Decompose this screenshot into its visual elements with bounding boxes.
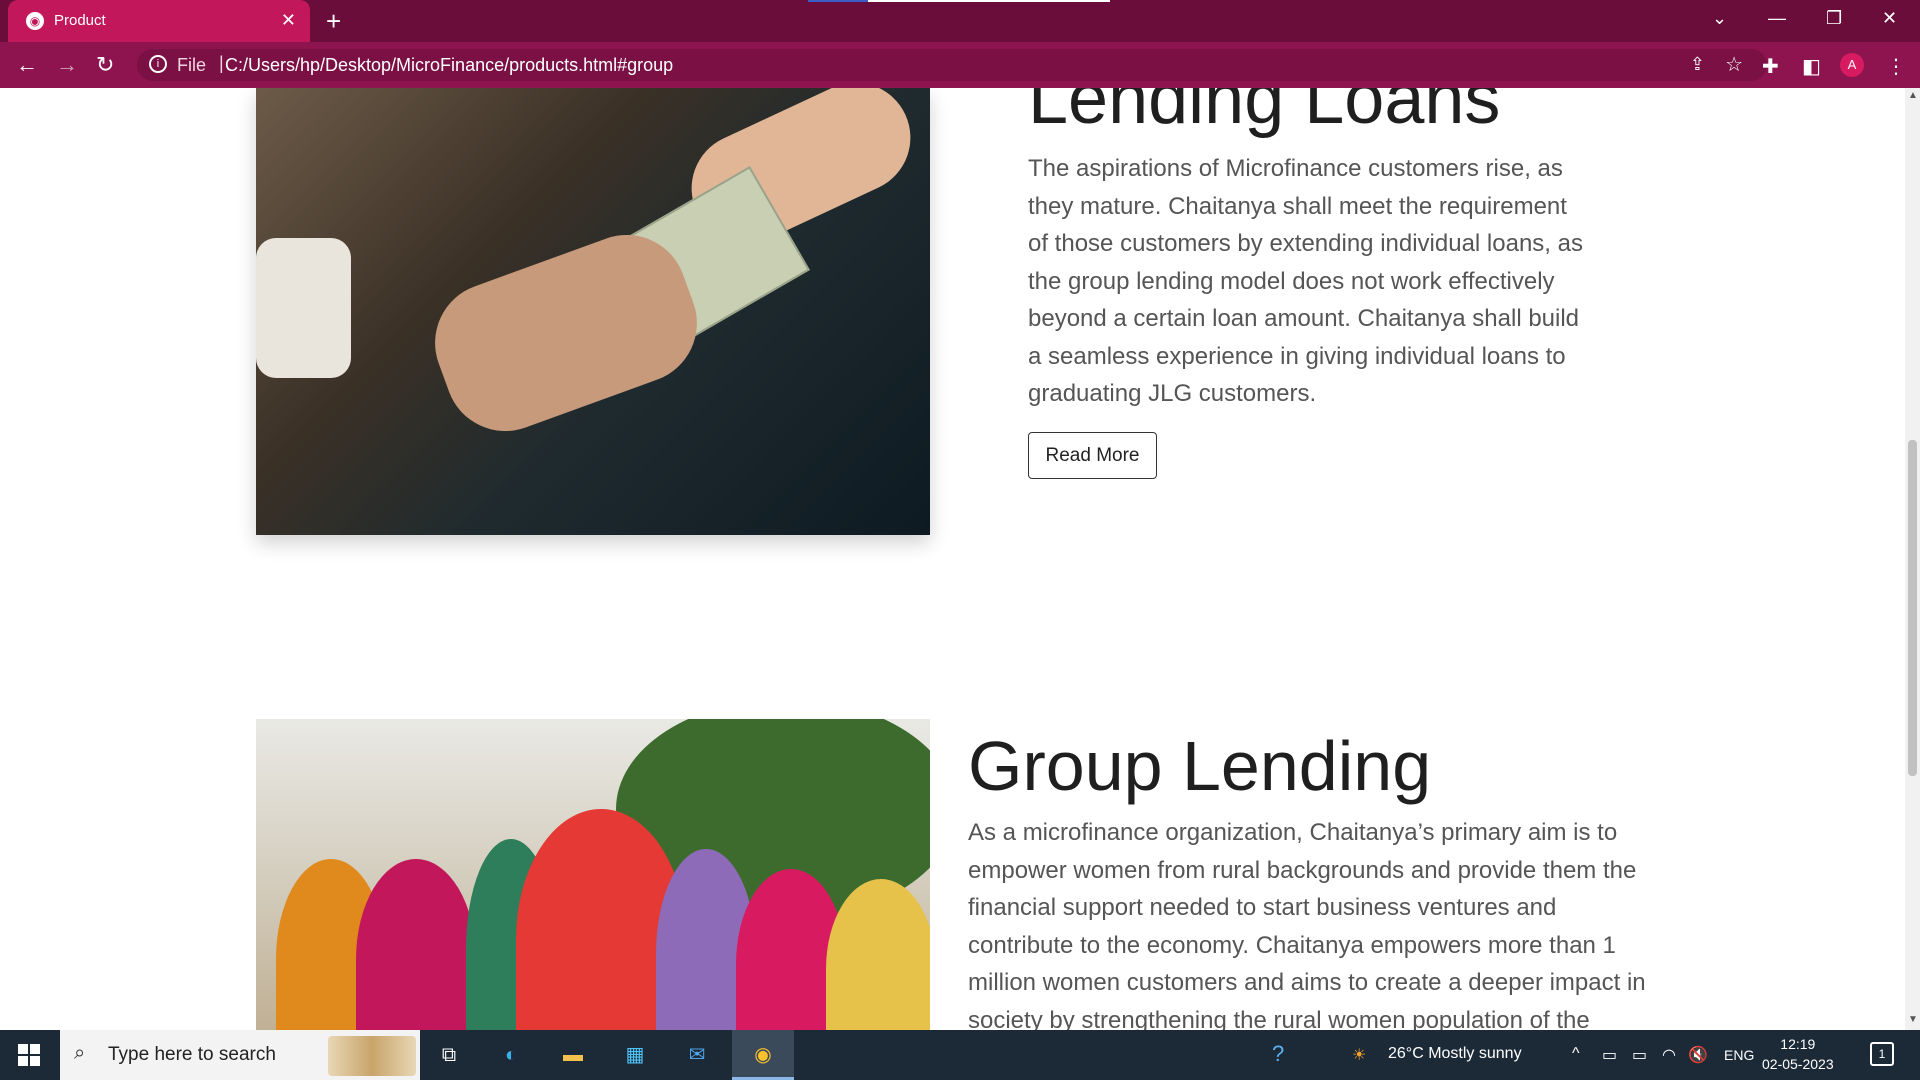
section-body-lending: The aspirations of Microfinance customer… xyxy=(1028,155,1583,407)
load-indicator-accent xyxy=(808,0,868,2)
window-close-icon[interactable]: ✕ xyxy=(1882,8,1897,29)
meet-now-icon[interactable]: ▭ xyxy=(1602,1045,1617,1065)
windows-start-icon[interactable] xyxy=(18,1044,40,1066)
side-panel-icon[interactable]: ◧ xyxy=(1802,54,1821,79)
language-indicator[interactable]: ENG xyxy=(1724,1047,1754,1063)
minimize-icon[interactable]: — xyxy=(1768,8,1786,29)
address-bar[interactable]: i File | C:/Users/hp/Desktop/MicroFinanc… xyxy=(137,49,1767,81)
tab-product[interactable]: ◉ Product ✕ xyxy=(8,0,310,42)
battery-icon[interactable]: ▭ xyxy=(1632,1045,1647,1065)
file-label: File xyxy=(177,55,207,75)
bookmark-star-icon[interactable]: ☆ xyxy=(1725,52,1743,77)
clock-date: 02-05-2023 xyxy=(1762,1056,1834,1072)
profile-avatar[interactable]: A xyxy=(1840,53,1864,77)
windows-taskbar: ⌕ Type here to search ⧉ ◐ ▬ ▦ ✉ ◉ ? ☀ 26… xyxy=(0,1030,1920,1080)
file-explorer-icon[interactable]: ▬ xyxy=(556,1038,590,1072)
more-menu-icon[interactable]: ⋮ xyxy=(1886,54,1906,79)
scrollbar-thumb[interactable] xyxy=(1908,440,1917,776)
globe-icon: ◉ xyxy=(26,12,44,30)
tab-close-icon[interactable]: ✕ xyxy=(281,10,296,31)
task-view-icon[interactable]: ⧉ xyxy=(432,1038,466,1072)
search-icon: ⌕ xyxy=(74,1042,86,1064)
cup-shape xyxy=(256,238,351,378)
weather-text[interactable]: 26°C Mostly sunny xyxy=(1388,1045,1522,1063)
back-icon[interactable]: ← xyxy=(16,52,38,78)
extensions-icon[interactable]: ✚ xyxy=(1762,54,1779,79)
read-more-button[interactable]: Read More xyxy=(1028,432,1157,479)
section-body-group: As a microfinance organization, Chaitany… xyxy=(968,819,1646,1030)
info-icon[interactable]: i xyxy=(149,55,167,73)
clock-time: 12:19 xyxy=(1780,1036,1816,1052)
weather-icon[interactable]: ☀ xyxy=(1352,1045,1366,1065)
receiving-hand-shape xyxy=(418,218,714,448)
wifi-icon[interactable]: ◠ xyxy=(1662,1045,1676,1065)
search-highlight-image xyxy=(328,1036,416,1076)
page-content: Lending Loans The aspirations of Microfi… xyxy=(0,88,1905,1030)
scroll-down-icon[interactable]: ▼ xyxy=(1908,1014,1918,1025)
reload-icon[interactable]: ↻ xyxy=(96,52,114,78)
mail-icon[interactable]: ✉ xyxy=(680,1038,714,1072)
clock[interactable]: 12:19 02-05-2023 xyxy=(1762,1034,1834,1074)
money-exchange-image xyxy=(256,88,930,535)
women-group-image xyxy=(256,719,930,1030)
taskbar-search-box[interactable]: ⌕ Type here to search xyxy=(60,1030,420,1080)
tab-search-chevron-icon[interactable]: ⌄ xyxy=(1712,8,1727,29)
share-icon[interactable]: ⇪ xyxy=(1690,54,1705,75)
search-placeholder: Type here to search xyxy=(108,1044,276,1065)
notifications-icon[interactable]: 1 xyxy=(1870,1042,1894,1066)
forward-icon[interactable]: → xyxy=(56,52,78,78)
browser-tab-strip: ◉ Product ✕ + ⌄ — ❐ ✕ xyxy=(0,0,1920,42)
show-hidden-icons-icon[interactable]: ^ xyxy=(1572,1045,1580,1063)
address-separator: | xyxy=(219,53,224,73)
chrome-icon: ◉ xyxy=(754,1044,772,1066)
volume-muted-icon[interactable]: 🔇 xyxy=(1688,1045,1708,1065)
person-shape xyxy=(356,859,476,1030)
page-scrollbar[interactable]: ▲ ▼ xyxy=(1905,88,1920,1030)
microsoft-store-icon[interactable]: ▦ xyxy=(618,1038,652,1072)
scroll-up-icon[interactable]: ▲ xyxy=(1908,90,1918,101)
chrome-taskbar-button[interactable]: ◉ xyxy=(732,1030,794,1080)
edge-icon[interactable]: ◐ xyxy=(494,1038,528,1072)
restore-icon[interactable]: ❐ xyxy=(1826,8,1842,29)
url-text[interactable]: C:/Users/hp/Desktop/MicroFinance/product… xyxy=(225,55,673,76)
new-tab-button[interactable]: + xyxy=(326,6,341,37)
section-heading-group: Group Lending xyxy=(968,727,1432,805)
section-heading-lending: Lending Loans xyxy=(1028,88,1501,139)
help-icon[interactable]: ? xyxy=(1272,1041,1284,1067)
tab-title: Product xyxy=(54,12,106,29)
